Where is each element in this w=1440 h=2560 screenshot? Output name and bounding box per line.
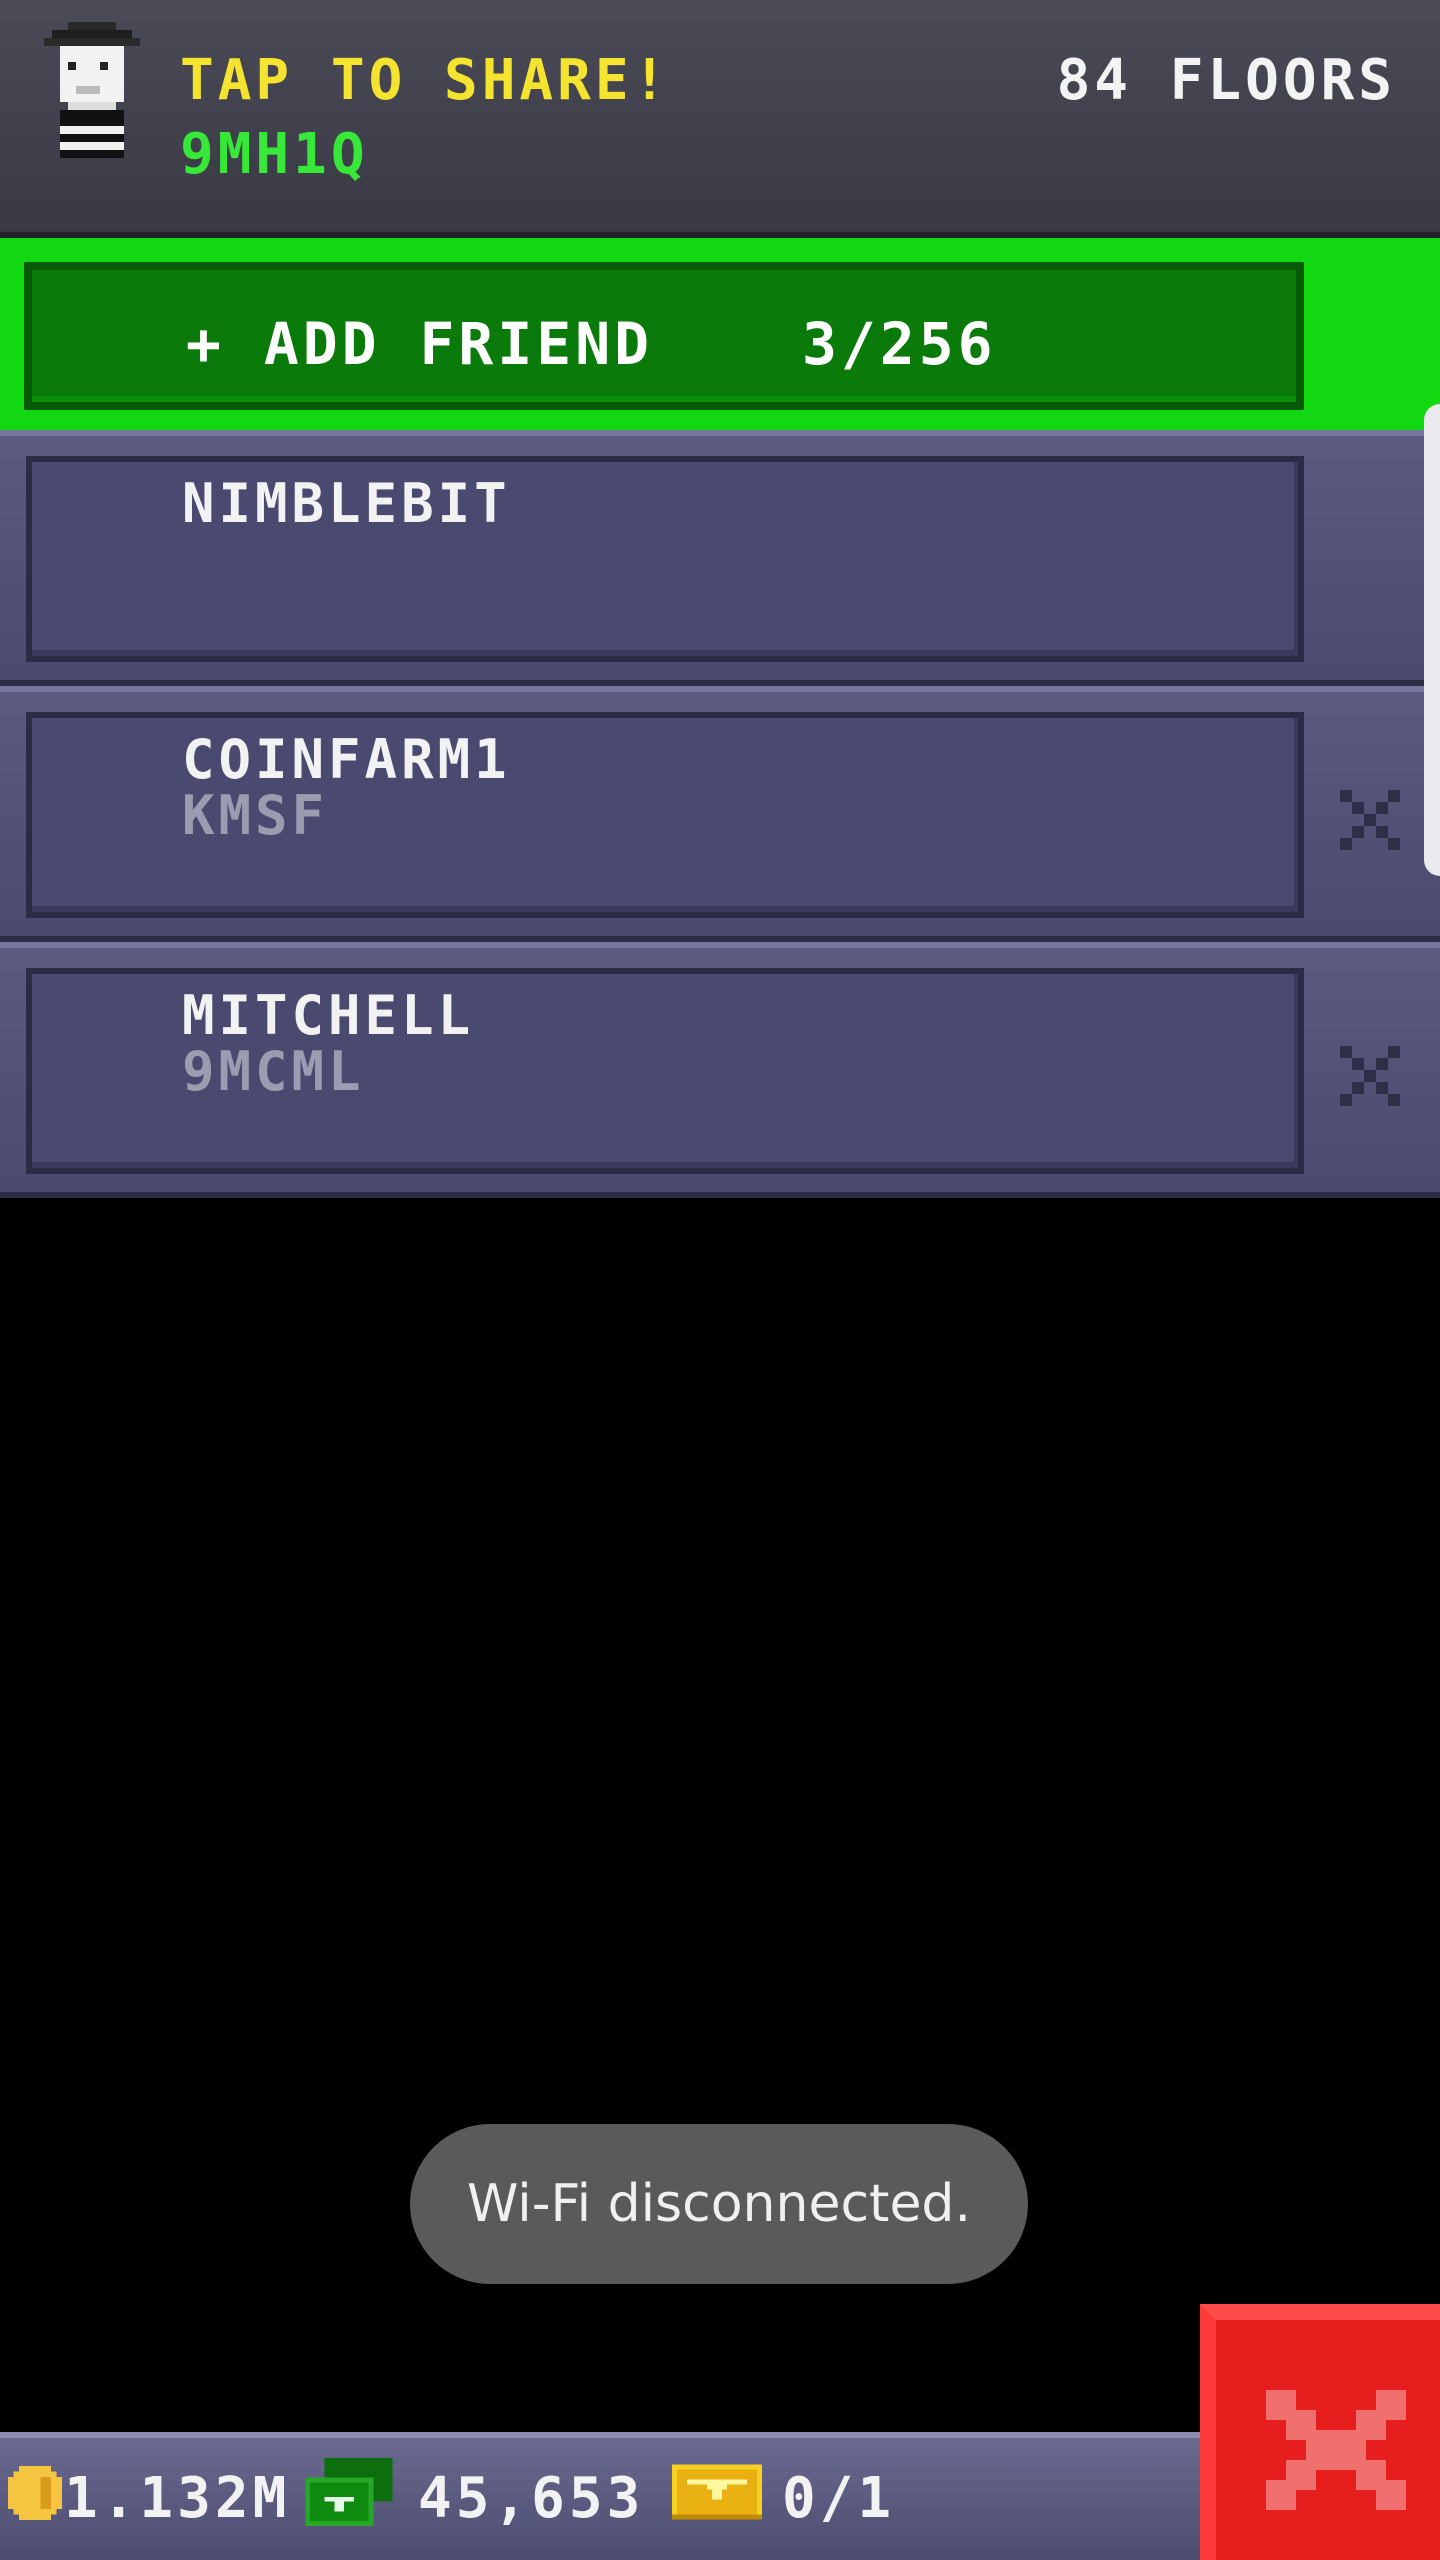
scroll-indicator[interactable] [1424, 404, 1440, 876]
bitizen-avatar-icon [44, 22, 140, 158]
coins-value: 1.132M [64, 2466, 291, 2531]
remove-friend-icon[interactable] [1340, 1046, 1400, 1106]
friend-row[interactable]: NIMBLEBIT [0, 430, 1440, 686]
friend-code: 9MH1Q [180, 122, 369, 187]
cash-icon [305, 2458, 393, 2526]
friend-name: NIMBLEBIT [182, 472, 511, 535]
friend-code-label: 9MCML [182, 1040, 365, 1103]
friend-row[interactable]: COINFARM1 KMSF [0, 686, 1440, 942]
coin-icon [8, 2466, 62, 2520]
add-friend-label: + ADD FRIEND [186, 310, 654, 378]
friend-name: MITCHELL [182, 984, 475, 1047]
friend-panel[interactable]: MITCHELL 9MCML [26, 968, 1304, 1174]
close-x-icon [1266, 2390, 1406, 2510]
friend-row[interactable]: MITCHELL 9MCML [0, 942, 1440, 1198]
friend-count: 3/256 [802, 310, 997, 378]
friend-panel[interactable]: NIMBLEBIT [26, 456, 1304, 662]
add-friend-button[interactable]: + ADD FRIEND 3/256 [24, 262, 1304, 410]
floors-count: 84 FLOORS [1056, 48, 1396, 113]
golden-ticket-icon [672, 2464, 762, 2520]
friend-code-label: KMSF [182, 784, 329, 847]
close-button[interactable] [1200, 2304, 1440, 2560]
friend-name: COINFARM1 [182, 728, 511, 791]
share-header[interactable]: TAP TO SHARE! 9MH1Q 84 FLOORS [0, 0, 1440, 238]
friend-panel[interactable]: COINFARM1 KMSF [26, 712, 1304, 918]
bux-value: 0/1 [782, 2466, 896, 2531]
remove-friend-icon[interactable] [1340, 790, 1400, 850]
toast-message: Wi-Fi disconnected. [410, 2124, 1028, 2284]
tap-to-share-label[interactable]: TAP TO SHARE! [180, 48, 670, 113]
cash-value: 45,653 [418, 2466, 645, 2531]
add-friend-bar: + ADD FRIEND 3/256 [0, 238, 1440, 430]
